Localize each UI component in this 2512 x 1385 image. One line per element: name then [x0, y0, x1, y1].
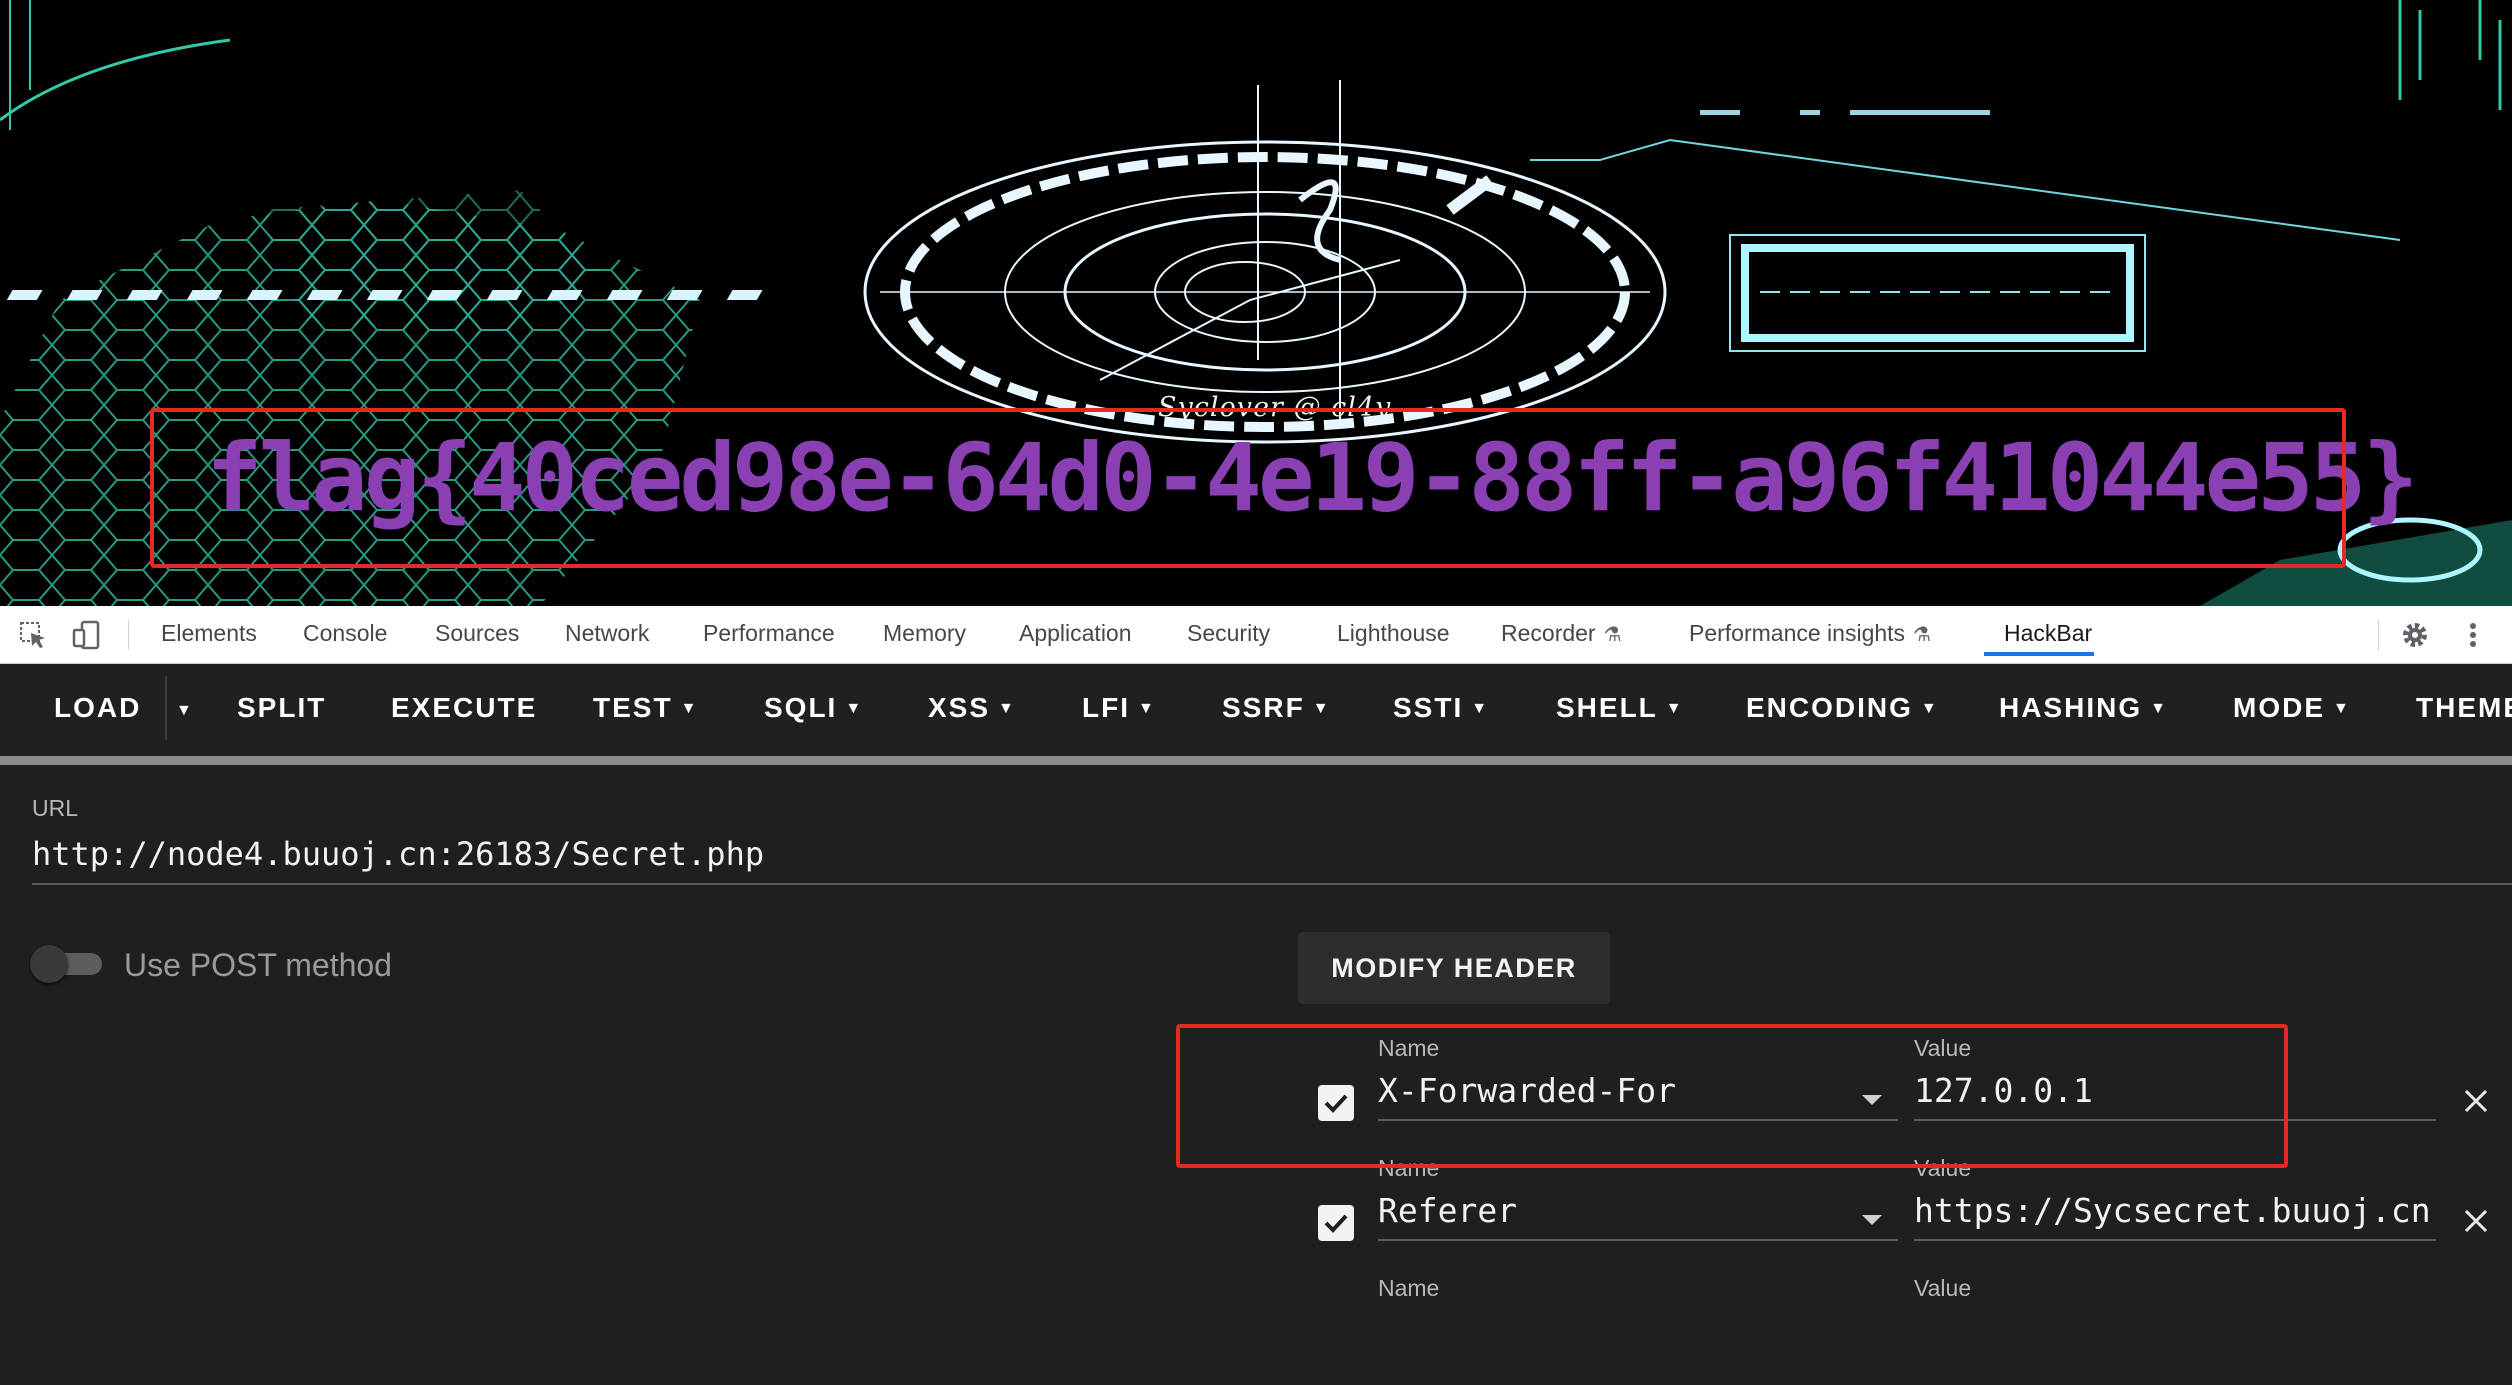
- chevron-down-icon: ▼: [2150, 700, 2168, 717]
- ssti-menu-button[interactable]: SSTI ▼: [1393, 692, 1489, 724]
- sqli-menu-button[interactable]: SQLI ▼: [764, 692, 863, 724]
- modify-header-button[interactable]: MODIFY HEADER: [1298, 932, 1610, 1004]
- theme-menu-button[interactable]: THEME: [2416, 692, 2512, 724]
- tab-recorder[interactable]: Recorder ⚗: [1501, 620, 1622, 647]
- tab-hackbar[interactable]: HackBar: [2004, 620, 2092, 647]
- page-viewport: Syclover @ cl4y flag{40ced98e-64d0-4e19-…: [0, 0, 2512, 606]
- tab-lighthouse[interactable]: Lighthouse: [1337, 620, 1450, 647]
- ssrf-menu-label: SSRF: [1222, 692, 1305, 723]
- active-tab-indicator: [1984, 652, 2094, 656]
- tab-application[interactable]: Application: [1019, 620, 1132, 647]
- close-icon[interactable]: [2460, 1205, 2492, 1237]
- header-row: Name Referer Value https://Sycsecret.buu…: [0, 1155, 2512, 1265]
- sqli-menu-label: SQLI: [764, 692, 838, 723]
- tab-performance-insights-label: Performance insights: [1689, 620, 1906, 646]
- mode-menu-button[interactable]: MODE ▼: [2233, 692, 2351, 724]
- devtools-tabbar: Elements Console Sources Network Perform…: [0, 606, 2512, 664]
- shell-menu-button[interactable]: SHELL ▼: [1556, 692, 1684, 724]
- hashing-menu-button[interactable]: HASHING ▼: [1999, 692, 2168, 724]
- tab-memory[interactable]: Memory: [883, 620, 966, 647]
- chevron-down-icon: ▼: [2333, 700, 2351, 717]
- tab-network[interactable]: Network: [565, 620, 649, 647]
- ssrf-menu-button[interactable]: SSRF ▼: [1222, 692, 1331, 724]
- xss-menu-label: XSS: [928, 692, 991, 723]
- chevron-down-icon: ▼: [845, 700, 864, 717]
- tab-console[interactable]: Console: [303, 620, 387, 647]
- hackbar-toolbar: LOAD ▼ SPLIT EXECUTE TEST ▼ SQLI ▼ XSS ▼ LF…: [0, 664, 2512, 756]
- chevron-down-icon[interactable]: [1860, 1213, 1884, 1227]
- header-name-input[interactable]: Referer: [1378, 1191, 1898, 1241]
- test-menu-button[interactable]: TEST ▼: [593, 692, 698, 724]
- tab-sources[interactable]: Sources: [435, 620, 519, 647]
- inspect-element-icon[interactable]: [16, 618, 50, 652]
- chevron-down-icon: ▼: [680, 700, 699, 717]
- chevron-down-icon: ▼: [998, 700, 1016, 717]
- chevron-down-icon: ▼: [1138, 700, 1156, 717]
- header-value-input[interactable]: https://Sycsecret.buuoj.cn: [1914, 1191, 2436, 1241]
- more-vertical-icon[interactable]: [2456, 618, 2490, 652]
- header-row: Name Value: [0, 1275, 2512, 1385]
- chevron-down-icon: ▼: [1920, 700, 1939, 717]
- shell-menu-label: SHELL: [1556, 692, 1658, 723]
- tab-performance[interactable]: Performance: [703, 620, 835, 647]
- settings-gear-icon[interactable]: [2398, 618, 2432, 652]
- chevron-down-icon: ▼: [1312, 700, 1331, 717]
- load-dropdown-icon[interactable]: ▼: [176, 702, 194, 720]
- lfi-menu-label: LFI: [1082, 692, 1130, 723]
- tab-security[interactable]: Security: [1187, 620, 1270, 647]
- flag-highlight-box: [150, 408, 2346, 568]
- flask-icon: ⚗: [1603, 624, 1622, 646]
- toggle-knob: [30, 945, 68, 983]
- header-highlight-box: [1176, 1024, 2288, 1168]
- mode-menu-label: MODE: [2233, 692, 2325, 723]
- lfi-menu-button[interactable]: LFI ▼: [1082, 692, 1156, 724]
- chevron-down-icon: ▼: [1665, 700, 1684, 717]
- header-enabled-checkbox[interactable]: [1318, 1205, 1354, 1241]
- chevron-down-icon: ▼: [1471, 700, 1490, 717]
- tab-performance-insights[interactable]: Performance insights ⚗: [1689, 620, 1931, 647]
- encoding-menu-label: ENCODING: [1746, 692, 1913, 723]
- post-method-label: Use POST method: [124, 947, 392, 983]
- checkmark-icon: [1324, 1214, 1348, 1233]
- url-label: URL: [32, 795, 79, 821]
- url-input[interactable]: http://node4.buuoj.cn:26183/Secret.php: [32, 835, 2512, 885]
- execute-button[interactable]: EXECUTE: [391, 692, 537, 724]
- post-method-toggle[interactable]: [30, 945, 104, 983]
- test-menu-label: TEST: [593, 692, 673, 723]
- tab-recorder-label: Recorder: [1501, 620, 1596, 646]
- device-toolbar-icon[interactable]: [70, 618, 104, 652]
- xss-menu-button[interactable]: XSS ▼: [928, 692, 1016, 724]
- encoding-menu-button[interactable]: ENCODING ▼: [1746, 692, 1939, 724]
- split-button[interactable]: SPLIT: [237, 692, 326, 724]
- ssti-menu-label: SSTI: [1393, 692, 1464, 723]
- flask-icon: ⚗: [1913, 624, 1931, 646]
- close-icon[interactable]: [2460, 1085, 2492, 1117]
- hackbar-progress-bar: [0, 756, 2512, 765]
- hashing-menu-label: HASHING: [1999, 692, 2143, 723]
- toolbar-divider: [165, 676, 167, 740]
- load-button[interactable]: LOAD: [54, 692, 141, 724]
- tab-elements[interactable]: Elements: [161, 620, 257, 647]
